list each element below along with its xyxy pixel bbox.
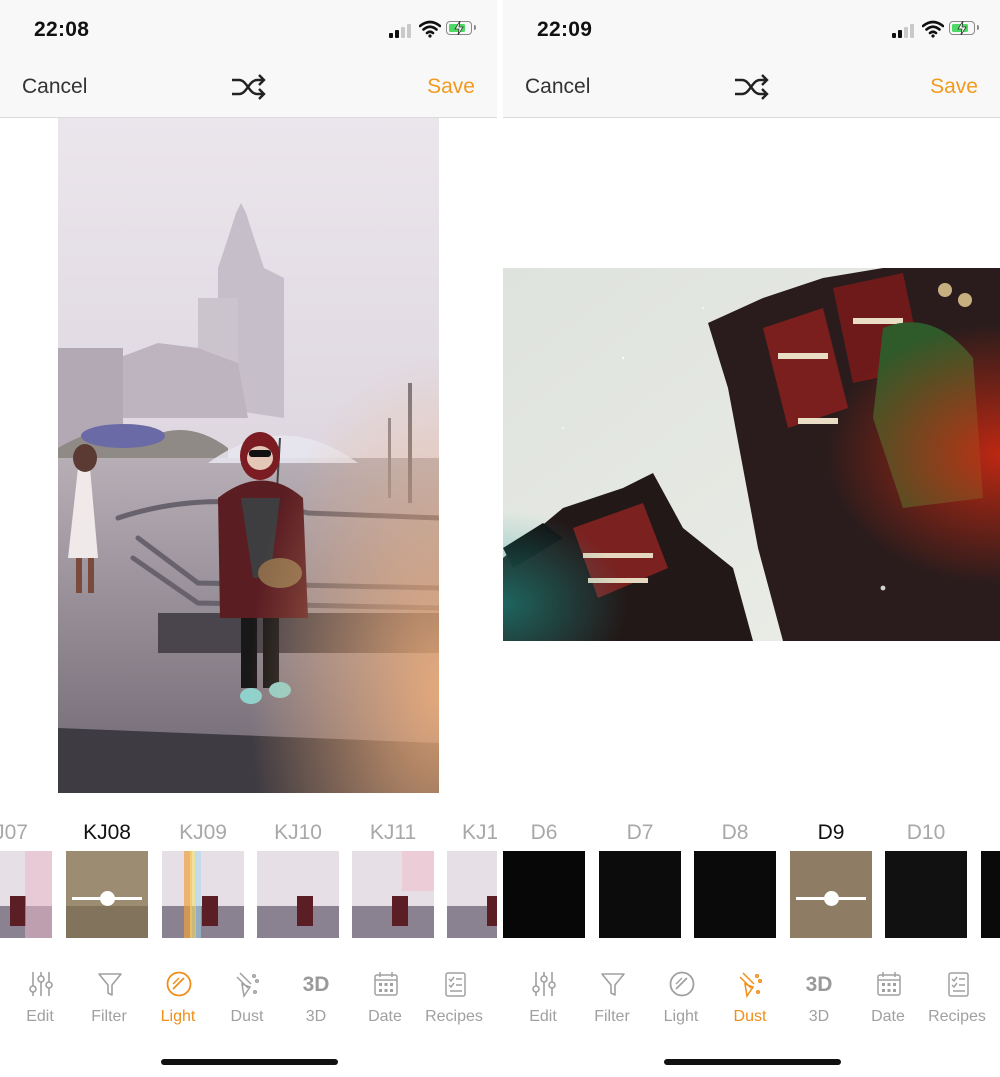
wifi-icon [419, 20, 441, 38]
tab-edit[interactable]: Edit [5, 960, 75, 1036]
save-button[interactable]: Save [930, 75, 978, 99]
battery-charging-icon [446, 21, 476, 35]
status-time: 22:08 [34, 18, 90, 41]
sliders-icon [532, 972, 556, 996]
filter-item-selected[interactable]: KJ08 [66, 815, 148, 943]
filter-item[interactable]: J07 [0, 815, 52, 943]
dust-icon [739, 972, 763, 998]
tab-label: Recipes [928, 1008, 986, 1025]
filter-label: KJ1 [462, 821, 497, 844]
tab-light[interactable]: Light [143, 960, 213, 1036]
rainy-bund-photo [58, 118, 439, 793]
tab-date[interactable]: Date [853, 960, 923, 1036]
filter-label: D8 [721, 821, 749, 844]
shuffle-icon[interactable] [230, 71, 268, 103]
filter-item-selected[interactable]: D9 [790, 815, 872, 943]
filter-thumbnail [447, 851, 497, 938]
filter-thumbnail [599, 851, 681, 938]
tab-filter[interactable]: Filter [577, 960, 647, 1036]
calendar-icon [374, 972, 398, 996]
recipes-icon [948, 972, 969, 997]
intensity-slider[interactable] [72, 891, 142, 906]
tab-dust[interactable]: Dust [212, 960, 282, 1036]
filter-label: KJ09 [179, 821, 227, 844]
top-nav-bar: Cancel Save [0, 58, 497, 118]
tab-label: Recipes [425, 1008, 483, 1025]
photo-preview [58, 118, 439, 793]
cancel-button[interactable]: Cancel [22, 75, 87, 99]
3d-text-icon: 3D [805, 973, 833, 996]
editor-screen-light: 22:08 Cancel Save 07 KJ08 KJ09 KJ10 KJ11… [0, 0, 497, 1077]
filter-item[interactable]: D8 [694, 815, 776, 943]
tab-3d[interactable]: 3D 3D [281, 960, 351, 1036]
filter-thumbnail [162, 851, 244, 938]
tab-filter[interactable]: Filter [74, 960, 144, 1036]
filter-thumbnail [0, 851, 52, 938]
filter-item[interactable]: D7 [599, 815, 681, 943]
filter-item[interactable]: KJ11 [352, 815, 434, 943]
battery-charging-icon [949, 21, 979, 35]
pagoda-photo [503, 268, 1000, 641]
funnel-icon [98, 973, 122, 996]
filter-thumbnail [503, 851, 585, 938]
filter-item[interactable] [981, 815, 1000, 943]
filter-strip: D6 D7 D8 D9 D10 [503, 815, 1000, 943]
sliders-icon [29, 972, 53, 996]
recipes-icon [445, 972, 466, 997]
dust-icon [236, 972, 260, 998]
filter-label: D6 [530, 821, 558, 844]
cancel-button[interactable]: Cancel [525, 75, 590, 99]
intensity-slider[interactable] [796, 891, 866, 906]
home-indicator[interactable] [664, 1059, 841, 1065]
photo-preview [503, 268, 1000, 641]
bottom-tab-bar: Edit Filter Light Dust 3D 3D Date Recipe… [0, 960, 497, 1040]
filter-item[interactable]: KJ10 [257, 815, 339, 943]
calendar-icon [877, 972, 901, 996]
tab-dust[interactable]: Dust [715, 960, 785, 1036]
save-button[interactable]: Save [427, 75, 475, 99]
filter-item[interactable]: KJ09 [162, 815, 244, 943]
filter-item[interactable]: KJ1 [447, 815, 497, 943]
home-indicator[interactable] [161, 1059, 338, 1065]
filter-label: KJ08 [83, 821, 131, 844]
cellular-signal-icon [389, 22, 415, 38]
light-leak-icon [166, 971, 192, 997]
bottom-tab-bar: Edit Filter Light Dust 3D 3D Date Recipe… [503, 960, 1000, 1040]
filter-label: D7 [626, 821, 654, 844]
filter-thumbnail [66, 851, 148, 938]
status-time: 22:09 [537, 18, 593, 41]
filter-thumbnail [257, 851, 339, 938]
tab-edit[interactable]: Edit [508, 960, 578, 1036]
filter-item[interactable]: D10 [885, 815, 967, 943]
filter-label: D9 [817, 821, 845, 844]
filter-label: KJ11 [369, 821, 417, 844]
funnel-icon [601, 973, 625, 996]
light-leak-icon [669, 971, 695, 997]
filter-thumbnail [694, 851, 776, 938]
filter-label: KJ10 [274, 821, 322, 844]
top-nav-bar: Cancel Save [503, 58, 1000, 118]
status-bar: 22:08 [0, 0, 497, 58]
tab-recipes[interactable]: Recipes [419, 960, 489, 1036]
3d-text-icon: 3D [302, 973, 330, 996]
filter-strip: J07 KJ08 KJ09 KJ10 KJ11 [0, 815, 497, 943]
filter-label: J07 [0, 821, 28, 844]
filter-thumbnail [981, 851, 1000, 938]
wifi-icon [922, 20, 944, 38]
tab-date[interactable]: Date [350, 960, 420, 1036]
filter-item[interactable]: D6 [503, 815, 585, 943]
editor-screen-dust: 22:09 Cancel Save D6 D7 D8 D9 D10 Edit F… [503, 0, 1000, 1077]
filter-thumbnail [885, 851, 967, 938]
status-bar: 22:09 [503, 0, 1000, 58]
filter-label: D10 [906, 821, 946, 844]
shuffle-icon[interactable] [733, 71, 771, 103]
tab-light[interactable]: Light [646, 960, 716, 1036]
filter-thumbnail [790, 851, 872, 938]
cellular-signal-icon [892, 22, 918, 38]
tab-recipes[interactable]: Recipes [922, 960, 992, 1036]
filter-thumbnail [352, 851, 434, 938]
tab-3d[interactable]: 3D 3D [784, 960, 854, 1036]
